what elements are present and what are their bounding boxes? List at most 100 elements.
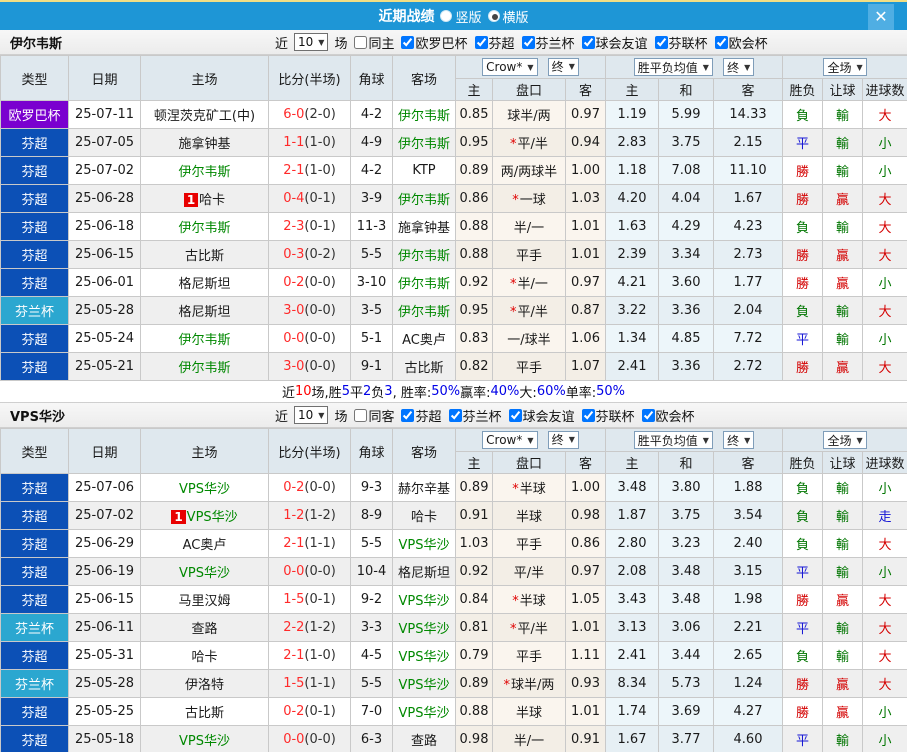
same-venue-input[interactable]: [354, 408, 368, 422]
matches-table: 类型 日期 主场 比分(半场) 角球 客场 Crow* 终 胜平负均值 终 全场…: [0, 55, 907, 381]
away-team-cell[interactable]: 赫尔辛基: [392, 473, 456, 502]
home-team-cell[interactable]: VPS华沙: [140, 557, 269, 586]
odds-final-dropdown[interactable]: 终: [547, 430, 579, 449]
result-cell: 勝: [782, 669, 824, 698]
away-team-cell[interactable]: 格尼斯坦: [392, 557, 456, 586]
home-team-cell[interactable]: 1 哈卡: [140, 184, 269, 213]
home-team-cell[interactable]: 伊尔韦斯: [140, 156, 269, 185]
away-team-cell[interactable]: VPS华沙: [392, 585, 456, 614]
league-filter-checkbox[interactable]: 芬联杯: [578, 406, 635, 425]
league-checkbox-input[interactable]: [654, 35, 668, 49]
league-filter-checkbox[interactable]: 芬超: [471, 33, 515, 52]
league-filter-checkbox[interactable]: 欧罗巴杯: [397, 33, 468, 52]
away-team-cell[interactable]: 伊尔韦斯: [392, 240, 456, 269]
league-checkbox-input[interactable]: [581, 408, 595, 422]
same-venue-input[interactable]: [354, 35, 368, 49]
home-team-cell[interactable]: 伊洛特: [140, 669, 269, 698]
sub-home-odds: 主: [455, 78, 493, 101]
away-odds-cell: 1.01: [565, 613, 606, 642]
home-team-cell[interactable]: 古比斯: [140, 697, 269, 726]
league-checkbox-input[interactable]: [401, 408, 415, 422]
mean-final-dropdown[interactable]: 终: [723, 431, 755, 449]
home-team-cell[interactable]: VPS华沙: [140, 473, 269, 502]
home-team-cell[interactable]: 施拿钟基: [140, 128, 269, 157]
league-checkbox-input[interactable]: [448, 408, 462, 422]
same-venue-checkbox[interactable]: 同主: [350, 33, 394, 52]
home-team-cell[interactable]: 顿涅茨克矿工(中): [140, 100, 269, 129]
home-team-cell[interactable]: 格尼斯坦: [140, 268, 269, 297]
radio-unselected-icon[interactable]: [440, 10, 453, 22]
league-filter-checkbox[interactable]: 芬超: [397, 406, 442, 425]
away-team-cell[interactable]: AC奥卢: [392, 324, 456, 353]
league-checkbox-label: 芬联杯: [668, 36, 708, 52]
away-team-cell[interactable]: 施拿钟基: [392, 212, 456, 241]
match-count-dropdown[interactable]: 10: [294, 33, 329, 51]
league-filter-checkbox[interactable]: 球会友谊: [578, 33, 648, 52]
match-count-dropdown[interactable]: 10: [294, 406, 329, 424]
away-team-cell[interactable]: KTP: [392, 156, 456, 185]
league-checkbox-input[interactable]: [521, 35, 535, 49]
layout-radio-horizontal[interactable]: 横版: [487, 7, 529, 26]
home-team-cell[interactable]: AC奥卢: [140, 529, 269, 558]
away-team-cell[interactable]: 伊尔韦斯: [392, 128, 456, 157]
mean-source-dropdown[interactable]: 胜平负均值: [633, 58, 713, 76]
home-team-cell[interactable]: VPS华沙: [140, 725, 269, 752]
league-filter-checkbox[interactable]: 球会友谊: [505, 406, 575, 425]
away-team-cell[interactable]: 伊尔韦斯: [392, 100, 456, 129]
home-team-cell[interactable]: 古比斯: [140, 240, 269, 269]
away-team-cell[interactable]: 古比斯: [392, 352, 456, 381]
away-odds-cell: 1.06: [565, 324, 606, 353]
score-cell: 6-0(2-0): [268, 100, 351, 129]
odds-source-dropdown[interactable]: Crow*: [482, 58, 538, 77]
away-team-cell[interactable]: 伊尔韦斯: [392, 268, 456, 297]
away-team-cell[interactable]: VPS华沙: [392, 641, 456, 670]
league-checkbox-label: 欧会杯: [728, 36, 768, 52]
league-filter-checkbox[interactable]: 欧会杯: [711, 33, 768, 52]
odds-final-dropdown[interactable]: 终: [547, 57, 579, 76]
league-filter-checkbox[interactable]: 芬联杯: [651, 33, 708, 52]
league-type-cell: 芬超: [0, 156, 69, 185]
home-team-cell[interactable]: 伊尔韦斯: [140, 212, 269, 241]
league-filter-checkbox[interactable]: 芬兰杯: [445, 406, 502, 425]
away-team-cell[interactable]: VPS华沙: [392, 669, 456, 698]
odds-source-dropdown[interactable]: Crow*: [482, 431, 538, 450]
scope-dropdown[interactable]: 全场: [823, 58, 867, 76]
mean-draw-cell: 4.04: [658, 184, 714, 213]
away-team-cell[interactable]: 哈卡: [392, 501, 456, 530]
radio-selected-icon[interactable]: [487, 10, 500, 22]
sub-handicap: 盘口: [492, 78, 566, 101]
league-filter-checkbox[interactable]: 欧会杯: [638, 406, 695, 425]
league-checkbox-input[interactable]: [508, 408, 522, 422]
home-team-cell[interactable]: 伊尔韦斯: [140, 352, 269, 381]
scope-dropdown[interactable]: 全场: [823, 431, 867, 449]
league-checkbox-input[interactable]: [714, 35, 728, 49]
league-checkbox-input[interactable]: [641, 408, 655, 422]
mean-away-cell: 2.21: [712, 613, 784, 642]
away-team-cell[interactable]: 伊尔韦斯: [392, 184, 456, 213]
home-team-cell[interactable]: 1 VPS华沙: [140, 501, 269, 530]
home-team-cell[interactable]: 格尼斯坦: [140, 296, 269, 325]
mean-source-dropdown[interactable]: 胜平负均值: [633, 431, 713, 449]
score-cell: 2-1(1-0): [268, 156, 351, 185]
away-team-cell[interactable]: 查路: [392, 725, 456, 752]
home-team-cell[interactable]: 查路: [140, 613, 269, 642]
summary-part: 3: [384, 384, 393, 399]
league-checkbox-input[interactable]: [474, 35, 488, 49]
home-team-cell[interactable]: 马里汉姆: [140, 585, 269, 614]
mean-draw-cell: 3.75: [658, 501, 714, 530]
layout-radio-vertical[interactable]: 竖版: [440, 7, 482, 26]
league-checkbox-input[interactable]: [401, 35, 415, 49]
home-team-cell[interactable]: 哈卡: [140, 641, 269, 670]
same-venue-checkbox[interactable]: 同客: [350, 406, 394, 425]
mean-final-dropdown[interactable]: 终: [723, 58, 755, 76]
home-team-cell[interactable]: 伊尔韦斯: [140, 324, 269, 353]
date-cell: 25-07-02: [68, 156, 141, 185]
league-checkbox-input[interactable]: [581, 35, 595, 49]
close-icon[interactable]: ✕: [868, 4, 894, 30]
league-filter-checkbox[interactable]: 芬兰杯: [518, 33, 575, 52]
away-team-cell[interactable]: 伊尔韦斯: [392, 296, 456, 325]
away-team-cell[interactable]: VPS华沙: [392, 529, 456, 558]
date-cell: 25-06-18: [68, 212, 141, 241]
away-team-cell[interactable]: VPS华沙: [392, 613, 456, 642]
away-team-cell[interactable]: VPS华沙: [392, 697, 456, 726]
